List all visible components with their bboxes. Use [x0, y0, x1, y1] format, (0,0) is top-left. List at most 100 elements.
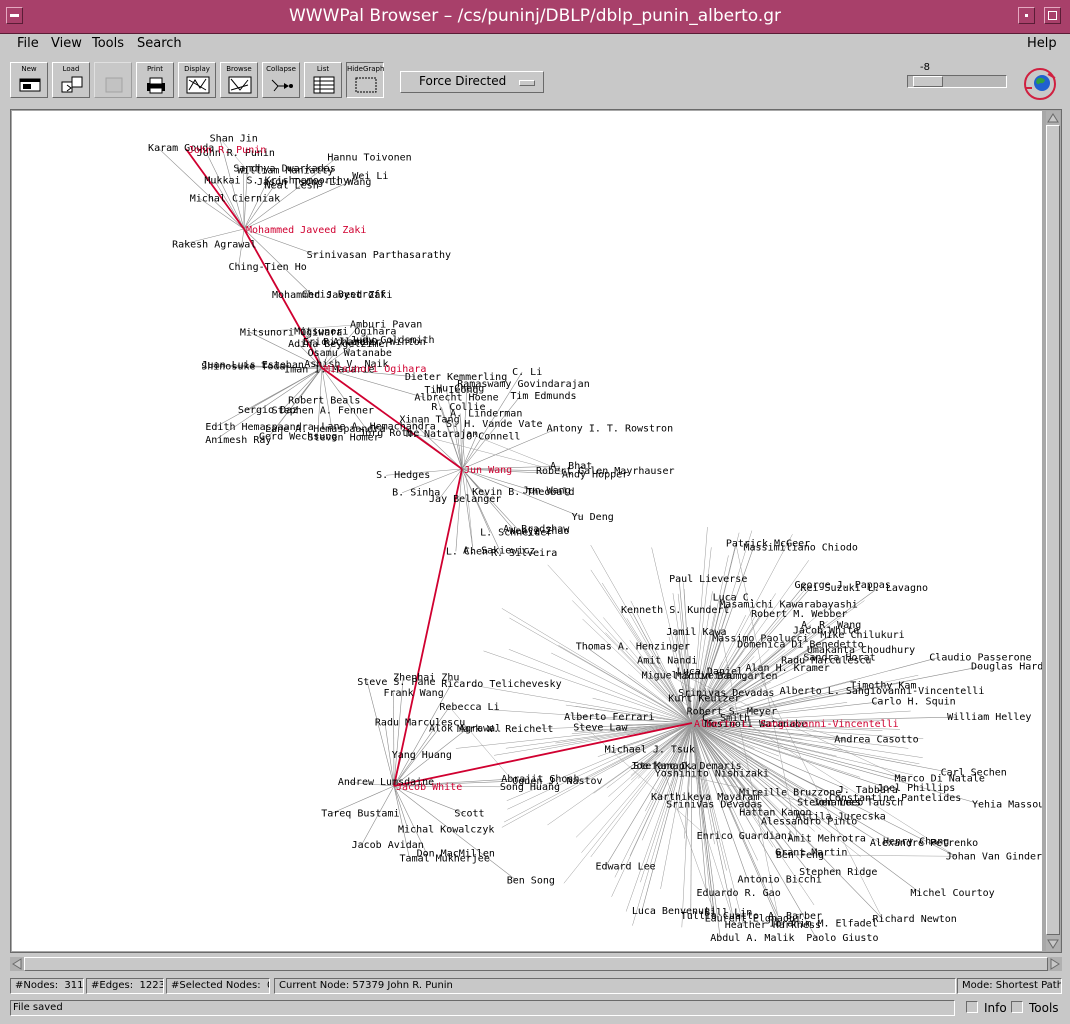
graph-svg[interactable]: Mukkai S. KrishnamoorthyKaram GoudaJohn …: [12, 111, 1042, 951]
graph-node-label[interactable]: A. Linderman: [450, 409, 522, 420]
graph-node-label[interactable]: Miguel Silveira: [642, 670, 732, 681]
graph-node-label[interactable]: Edward Lee: [595, 862, 655, 873]
graph-node-label[interactable]: L. Lavagno: [868, 583, 928, 594]
list-button[interactable]: List: [304, 62, 342, 98]
graph-node-label[interactable]: Kei Suzuki: [800, 583, 860, 594]
scroll-down-icon[interactable]: [1046, 937, 1060, 951]
display-button[interactable]: Display: [178, 62, 216, 98]
graph-node-label[interactable]: Enrico Guardiani: [697, 831, 793, 842]
graph-node-label[interactable]: Joe Kanapka: [631, 761, 697, 772]
graph-node-label[interactable]: C. Li: [512, 367, 542, 378]
graph-node-label[interactable]: Claudio Passerone: [929, 652, 1031, 663]
hide-graph-button[interactable]: HideGraph: [346, 62, 384, 98]
graph-node-label[interactable]: Andrea Casotto: [834, 734, 918, 745]
graph-node-label[interactable]: Tim Ieong: [424, 385, 478, 396]
graph-node-label[interactable]: Zhenhai Zhu: [393, 673, 459, 684]
graph-node-label[interactable]: Robert Galen Mayrhauser: [536, 466, 674, 477]
graph-node-label[interactable]: Alberto Ferrari: [564, 712, 654, 723]
graph-node-label[interactable]: Sandhya Dwarkadas: [233, 164, 335, 175]
graph-node-label[interactable]: Michael J. Tsuk: [605, 744, 695, 755]
graph-node-label[interactable]: Rakesh Agrawal: [172, 239, 256, 250]
menu-view[interactable]: View: [51, 36, 82, 51]
info-checkbox[interactable]: Info: [966, 1001, 1007, 1015]
graph-node-label[interactable]: Richard Newton: [873, 914, 957, 925]
graph-node-label[interactable]: Hannu Toivonen: [327, 152, 411, 163]
menu-file[interactable]: File: [17, 36, 39, 51]
scroll-left-icon[interactable]: [10, 957, 24, 971]
highlighted-node-label[interactable]: Mitsunori Ogihara: [324, 364, 426, 375]
highlighted-node-label[interactable]: Jun Wang: [464, 465, 512, 476]
menu-tools[interactable]: Tools: [92, 36, 124, 51]
graph-node-label[interactable]: Tamal Mukherjee: [400, 854, 490, 865]
menu-search[interactable]: Search: [137, 36, 182, 51]
graph-node-label[interactable]: Neal Lesh: [265, 180, 319, 191]
graph-node-label[interactable]: Mohammed Javeed Zaki: [272, 290, 392, 301]
browse-button[interactable]: Browse: [220, 62, 258, 98]
graph-node-label[interactable]: S. H. Vande Vate: [446, 419, 542, 430]
graph-node-label[interactable]: Animesh Ray: [205, 435, 271, 446]
graph-node-label[interactable]: Paolo Giusto: [806, 933, 878, 944]
new-button[interactable]: New: [10, 62, 48, 98]
scroll-up-icon[interactable]: [1046, 111, 1060, 125]
graph-node-label[interactable]: Song Huang: [500, 782, 560, 793]
vertical-scrollbar[interactable]: [1046, 111, 1060, 951]
graph-node-label[interactable]: Frank Wang: [384, 688, 444, 699]
maximize-button[interactable]: [1044, 7, 1061, 24]
minimize-button[interactable]: [1018, 7, 1035, 24]
graph-node-label[interactable]: Thomas A. Henzinger: [576, 642, 690, 653]
graph-node-label[interactable]: Ben Feng: [776, 850, 824, 861]
graph-node-label[interactable]: Yu Deng: [572, 512, 614, 523]
graph-node-label[interactable]: Amit Nandi: [637, 655, 697, 666]
horizontal-scrollbar[interactable]: [10, 957, 1062, 971]
print-button[interactable]: Print: [136, 62, 174, 98]
graph-node-label[interactable]: Amit Mehrotra: [788, 834, 866, 845]
graph-node-label[interactable]: Ben Song: [507, 876, 555, 887]
graph-node-label[interactable]: Rebecca Li: [439, 702, 499, 713]
highlighted-node-label[interactable]: Jacob White: [396, 782, 462, 793]
graph-node-label[interactable]: Tareq Bustami: [321, 809, 399, 820]
graph-node-label[interactable]: Kevin B. Theobald: [472, 487, 574, 498]
graph-node-label[interactable]: Carl Sechen: [941, 768, 1007, 779]
title-bar[interactable]: WWWPal Browser – /cs/puninj/DBLP/dblp_pu…: [0, 0, 1070, 34]
graph-node-label[interactable]: Tim Edmunds: [510, 391, 576, 402]
graph-node-label[interactable]: Carlo H. Squin: [871, 697, 955, 708]
graph-node-label[interactable]: L. Chen: [446, 546, 488, 557]
info-checkbox-box[interactable]: [966, 1001, 978, 1013]
graph-node-label[interactable]: Robert M. Webber: [751, 609, 847, 620]
tools-checkbox[interactable]: Tools: [1011, 1001, 1059, 1015]
graph-node-label[interactable]: O'Connell: [466, 431, 520, 442]
graph-node-label[interactable]: Ching-Tien Ho: [229, 262, 307, 273]
graph-node-label[interactable]: Amburi Pavan: [350, 320, 422, 331]
load-button[interactable]: Load: [52, 62, 90, 98]
graph-node-label[interactable]: Juan Luis Esteban: [202, 360, 304, 371]
collapse-button[interactable]: Collapse: [262, 62, 300, 98]
graph-node-label[interactable]: Jacob Avidan: [352, 840, 424, 851]
graph-node-label[interactable]: Steve Law: [573, 722, 628, 733]
graph-node-label[interactable]: Steven Homer: [307, 432, 379, 443]
graph-node-label[interactable]: Michel Courtoy: [910, 888, 994, 899]
zoom-slider-thumb[interactable]: [913, 76, 943, 87]
graph-node-label[interactable]: Scott: [454, 809, 484, 820]
graph-node-label[interactable]: Adina Beygelzimer: [288, 339, 390, 350]
graph-node-label[interactable]: Radu Marculescu: [781, 655, 871, 666]
graph-node-label[interactable]: Wei Li: [352, 171, 388, 182]
graph-node-label[interactable]: Johan Van Ginderdeuren: [946, 851, 1042, 862]
horizontal-scrollbar-thumb[interactable]: [24, 957, 1048, 971]
graph-node-label[interactable]: Hattan Kamon: [739, 807, 811, 818]
graph-node-label[interactable]: Jamil Kawa: [666, 627, 726, 638]
layout-select[interactable]: Force Directed: [400, 71, 544, 93]
graph-node-label[interactable]: Massimiliano Chiodo: [743, 542, 857, 553]
graph-node-label[interactable]: Shan Jin: [210, 133, 258, 144]
graph-node-label[interactable]: Tullio Cuatto: [681, 911, 759, 922]
graph-node-label[interactable]: Paul Lieverse: [669, 574, 747, 585]
graph-node-label[interactable]: Yehia Massoud: [972, 800, 1042, 811]
highlighted-node-label[interactable]: Mohammed Javeed Zaki: [246, 225, 366, 236]
graph-node-label[interactable]: Alexandre Petrenko: [870, 838, 978, 849]
highlighted-node-label[interactable]: Alberto L. Sangiovanni-Vincentelli: [694, 719, 899, 730]
graph-node-label[interactable]: R. Silveira: [491, 548, 557, 559]
graph-node-label[interactable]: Jacob White: [793, 625, 859, 636]
graph-node-label[interactable]: L. Schneider: [480, 528, 552, 539]
graph-node-label[interactable]: Eduardo R. Gao: [696, 888, 780, 899]
tools-checkbox-box[interactable]: [1011, 1001, 1023, 1013]
graph-node-label[interactable]: Srinivas Devadas: [678, 688, 774, 699]
